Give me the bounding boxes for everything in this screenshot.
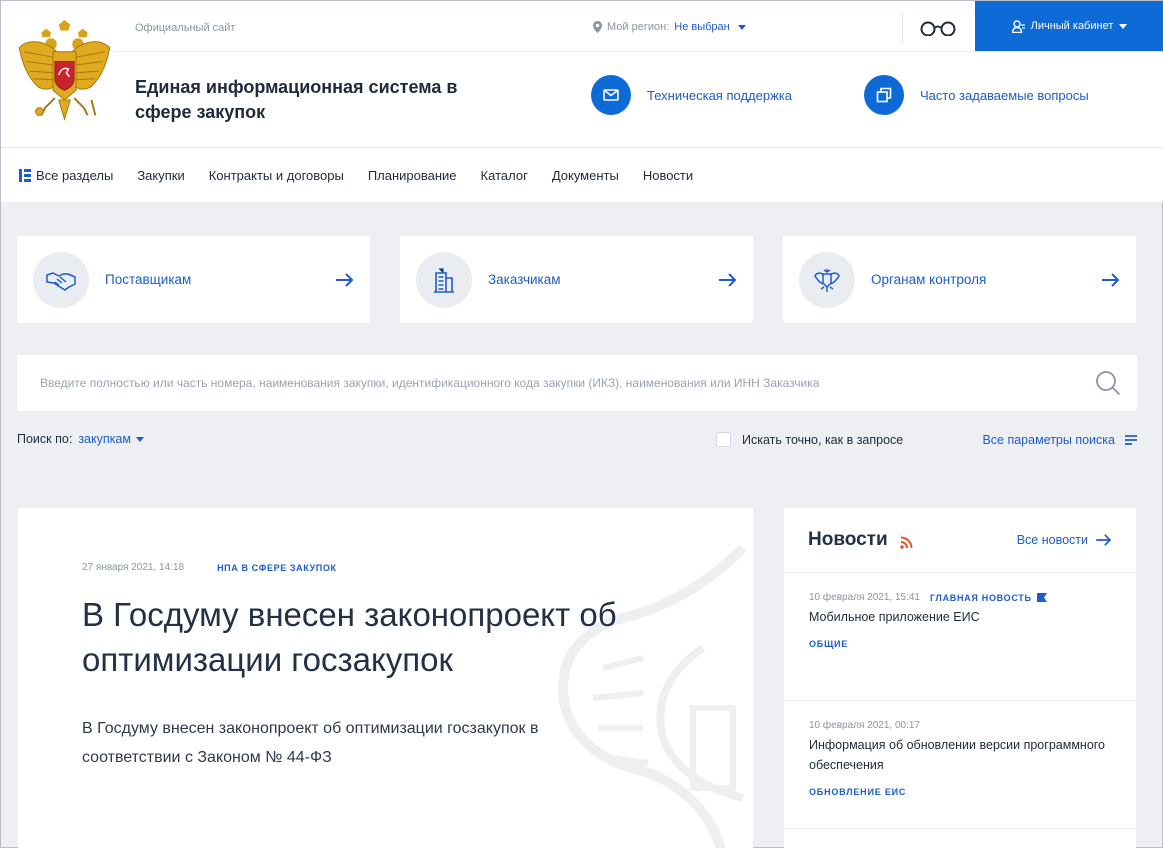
flag-icon (1036, 593, 1047, 602)
nav-item-all-sections[interactable]: Все разделы (19, 168, 113, 183)
faq-label: Часто задаваемые вопросы (920, 87, 1089, 103)
nav-item-catalog[interactable]: Каталог (481, 168, 528, 183)
featured-news-tag[interactable]: НПА В СФЕРЕ ЗАКУПОК (217, 562, 336, 573)
search-by-label: Поиск по: (17, 432, 73, 446)
news-item-title[interactable]: Мобильное приложение ЕИС (809, 607, 1109, 627)
divider (902, 13, 903, 43)
nav-item-label: Все разделы (36, 167, 114, 183)
tech-support-label: Техническая поддержка (647, 87, 792, 103)
all-search-params-link[interactable]: Все параметры поиска (982, 433, 1137, 447)
accessibility-glasses-icon[interactable] (920, 20, 956, 36)
arrow-right-icon (1102, 272, 1120, 287)
arrow-right-icon (336, 272, 354, 287)
news-item-meta: 10 февраля 2021, 00:17 (809, 720, 1109, 731)
featured-news-title[interactable]: В Госдуму внесен законопроект об оптимиз… (82, 592, 722, 682)
nav-item-news[interactable]: Новости (643, 168, 693, 183)
main-nav: Все разделы Закупки Контракты и договоры… (1, 148, 1163, 202)
main-news-flag: ГЛАВНАЯ НОВОСТЬ (930, 593, 1047, 603)
eagle-icon (799, 251, 855, 308)
region-selector[interactable]: Мой регион: Не выбран (593, 21, 746, 33)
eagle-watermark-icon (557, 544, 747, 848)
news-item-date: 10 февраля 2021, 00:17 (809, 720, 920, 731)
news-sidebar-header: Новости Все новости (808, 528, 1112, 552)
search-by-value: закупкам (78, 432, 131, 446)
news-list-item: 10 февраля 2021, 15:41 ГЛАВНАЯ НОВОСТЬ М… (809, 592, 1109, 649)
featured-news-description: В Госдуму внесен законопроект об оптимиз… (82, 720, 539, 766)
role-card-suppliers[interactable]: Поставщикам (17, 236, 370, 323)
tech-support-link[interactable]: Техническая поддержка (591, 75, 792, 115)
rss-icon[interactable] (899, 536, 913, 549)
chevron-down-icon (737, 24, 746, 30)
role-card-label: Органам контроля (871, 272, 987, 287)
news-sidebar-title: Новости (808, 529, 888, 550)
news-item-date: 10 февраля 2021, 15:41 (809, 592, 920, 603)
chevron-down-icon (135, 436, 144, 442)
search-input[interactable] (40, 376, 1095, 390)
role-card-control-bodies[interactable]: Органам контроля (783, 236, 1136, 323)
sections-tree-icon (19, 168, 31, 182)
divider (115, 51, 1163, 52)
main-news-flag-label: ГЛАВНАЯ НОВОСТЬ (929, 592, 1032, 603)
exact-match-option[interactable]: Искать точно, как в запросе (716, 432, 903, 447)
region-label: Мой регион: (607, 21, 670, 33)
official-site-label: Официальный сайт (135, 22, 236, 34)
building-icon (416, 251, 472, 308)
exact-match-checkbox[interactable] (716, 432, 731, 447)
search-icon[interactable] (1095, 370, 1121, 396)
news-sidebar: Новости Все новости 10 февраля 2021, 15:… (784, 508, 1136, 848)
role-card-label: Поставщикам (105, 272, 192, 287)
nav-item-documents[interactable]: Документы (552, 168, 619, 183)
faq-link[interactable]: Часто задаваемые вопросы (864, 75, 1089, 115)
all-news-link[interactable]: Все новости (1017, 533, 1112, 547)
user-icon (1011, 19, 1025, 33)
personal-cabinet-label: Личный кабинет (1030, 20, 1114, 32)
copy-icon (864, 75, 904, 115)
region-value[interactable]: Не выбран (674, 21, 729, 33)
handshake-icon (33, 251, 89, 308)
arrow-right-icon (719, 272, 737, 287)
news-item-category[interactable]: ОБНОВЛЕНИЕ ЕИС (809, 787, 1109, 797)
news-item-title[interactable]: Информация об обновлении версии программ… (809, 735, 1109, 775)
news-item-meta: 10 февраля 2021, 15:41 ГЛАВНАЯ НОВОСТЬ (809, 592, 1109, 603)
all-search-params-label: Все параметры поиска (982, 433, 1115, 447)
personal-cabinet-button[interactable]: Личный кабинет (975, 1, 1163, 51)
all-news-label: Все новости (1016, 533, 1088, 547)
news-item-category[interactable]: ОБЩИЕ (809, 639, 1109, 649)
featured-news-date: 27 января 2021, 14:18 (82, 562, 185, 573)
role-card-customers[interactable]: Заказчикам (400, 236, 753, 323)
chevron-down-icon (1119, 23, 1128, 29)
nav-item-planning[interactable]: Планирование (368, 168, 457, 183)
nav-item-purchases[interactable]: Закупки (137, 168, 184, 183)
exact-match-label: Искать точно, как в запросе (742, 432, 904, 447)
role-card-label: Заказчикам (488, 272, 561, 287)
divider (784, 572, 1136, 573)
divider (784, 700, 1136, 701)
search-bar (17, 355, 1137, 411)
search-filters: Поиск по: закупкам Искать точно, как в з… (17, 432, 1137, 450)
featured-news-meta: 27 января 2021, 14:18 НПА В СФЕРЕ ЗАКУПО… (82, 562, 337, 573)
location-pin-icon (593, 21, 602, 33)
filter-lines-icon (1125, 435, 1137, 445)
site-title[interactable]: Единая информационная система в сфере за… (135, 75, 465, 125)
site-header: Официальный сайт Мой регион: Не выбран Л… (1, 1, 1163, 148)
search-by-dropdown[interactable]: закупкам (78, 432, 144, 446)
news-list-item: 10 февраля 2021, 00:17 Информация об обн… (809, 720, 1109, 797)
mail-icon (591, 75, 631, 115)
featured-news-card: 27 января 2021, 14:18 НПА В СФЕРЕ ЗАКУПО… (18, 508, 753, 848)
coat-of-arms-icon[interactable] (16, 19, 113, 125)
arrow-right-icon (1096, 534, 1112, 546)
search-by: Поиск по: закупкам (17, 432, 144, 446)
divider (784, 828, 1136, 829)
nav-item-contracts[interactable]: Контракты и договоры (209, 168, 344, 183)
